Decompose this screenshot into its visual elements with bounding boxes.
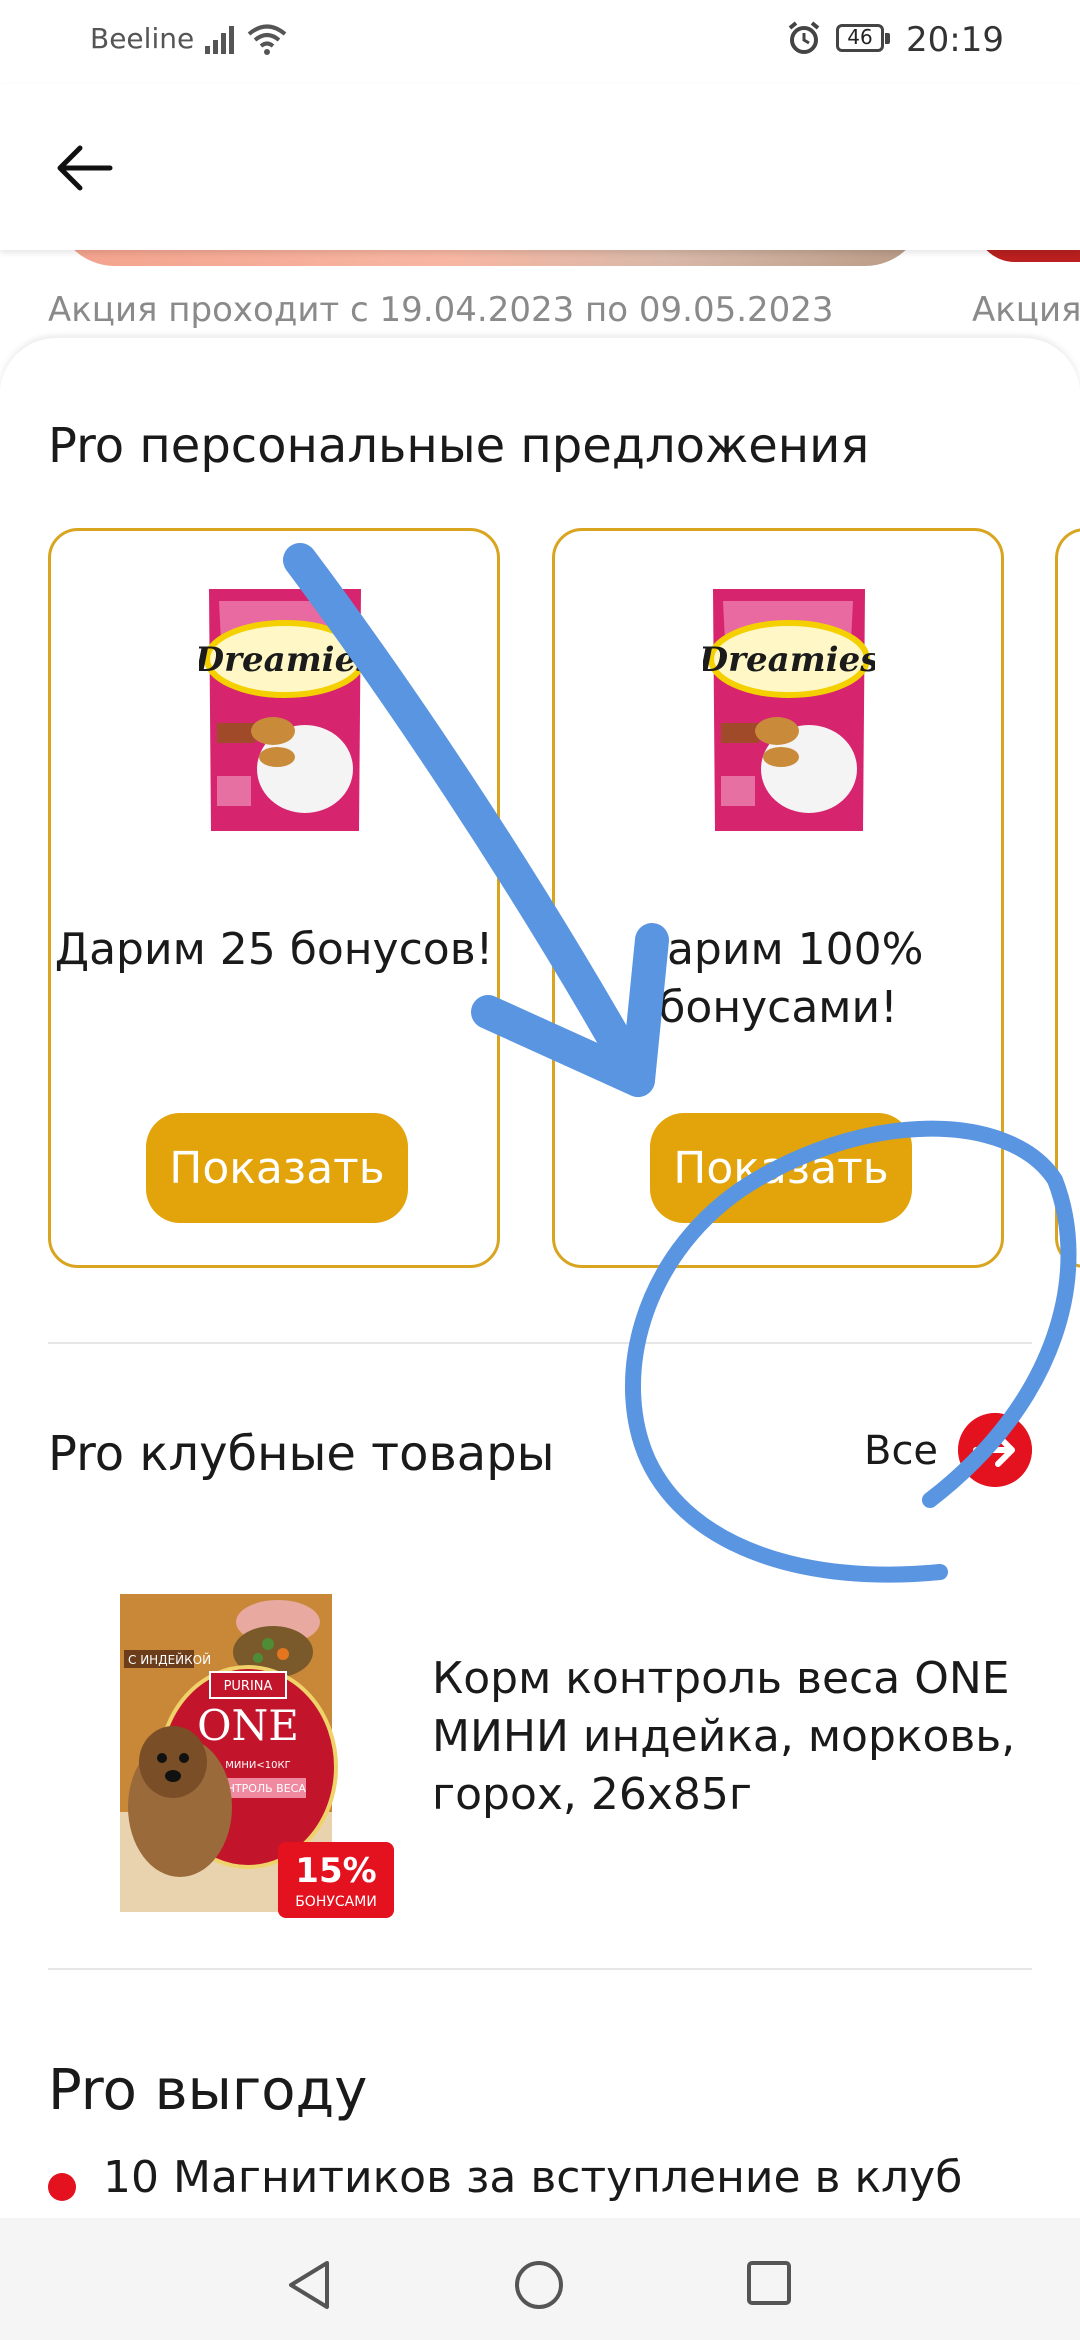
battery-level: 46 [847, 25, 873, 49]
system-nav-bar [0, 2218, 1080, 2340]
pack-brand: PURINA [224, 1679, 273, 1694]
app-header [0, 84, 1080, 250]
offer-text: Дарим 25 бонусов! [54, 924, 494, 975]
offer-card[interactable]: Dreamies Дарим 25 бонусов! Показать [48, 528, 500, 1268]
divider [48, 1968, 1032, 1970]
offer-text: Дарим 100% бонусами! [632, 924, 924, 1033]
offer-card[interactable]: Dreamies Дарим 100% бонусами! Показать [552, 528, 1004, 1268]
nav-recents-icon[interactable] [746, 2260, 792, 2306]
status-bar: Beeline 46 20:19 [0, 0, 1080, 84]
pack-line: ONE [197, 1701, 299, 1750]
show-offer-button[interactable]: Показать [650, 1113, 912, 1223]
bonus-badge-text: БОНУСАМИ [295, 1894, 377, 1910]
nav-back-icon[interactable] [285, 2258, 333, 2312]
benefits-title: Pro выгоду [48, 2058, 368, 2123]
status-time: 20:19 [906, 20, 1004, 60]
battery-icon: 46 [836, 24, 892, 54]
carrier-name: Beeline [90, 22, 195, 55]
pack-variant: МИНИ<10КГ [225, 1760, 290, 1771]
arrow-right-icon[interactable] [958, 1413, 1032, 1487]
pack-flavor: С ИНДЕЙКОЙ [128, 1652, 211, 1667]
benefit-item: 10 Магнитиков за вступление в клуб [103, 2152, 963, 2203]
arrow-left-icon[interactable] [50, 138, 120, 198]
divider [48, 1342, 1032, 1344]
product-name[interactable]: Корм контроль веса ONE МИНИ индейка, мор… [432, 1650, 1032, 1824]
club-products-title: Pro клубные товары [48, 1426, 555, 1482]
product-image[interactable]: С ИНДЕЙКОЙ PURINA ONE МИНИ<10КГ КОНТРОЛЬ… [118, 1592, 398, 1922]
personal-offers-title: Pro персональные предложения [48, 418, 870, 474]
alarm-icon [788, 21, 820, 54]
promo-dates: Акция проходит с 19.04.2023 по 09.05.202… [48, 290, 834, 330]
wifi-icon [247, 24, 287, 55]
promo-dates-next: Акция [972, 290, 1080, 330]
all-products-link[interactable]: Все [864, 1428, 938, 1474]
bonus-badge-percent: 15% [295, 1851, 376, 1891]
show-offer-button[interactable]: Показать [146, 1113, 408, 1223]
bullet-dot [48, 2173, 76, 2201]
nav-home-icon[interactable] [514, 2260, 564, 2310]
offer-card-peek[interactable] [1055, 528, 1080, 1268]
dreamies-pack-image: Dreamies [703, 589, 875, 831]
signal-icon [205, 26, 234, 54]
pack-brand: Dreamies [703, 640, 875, 680]
dreamies-pack-image: Dreamies [199, 589, 371, 831]
pack-brand: Dreamies [199, 640, 371, 680]
